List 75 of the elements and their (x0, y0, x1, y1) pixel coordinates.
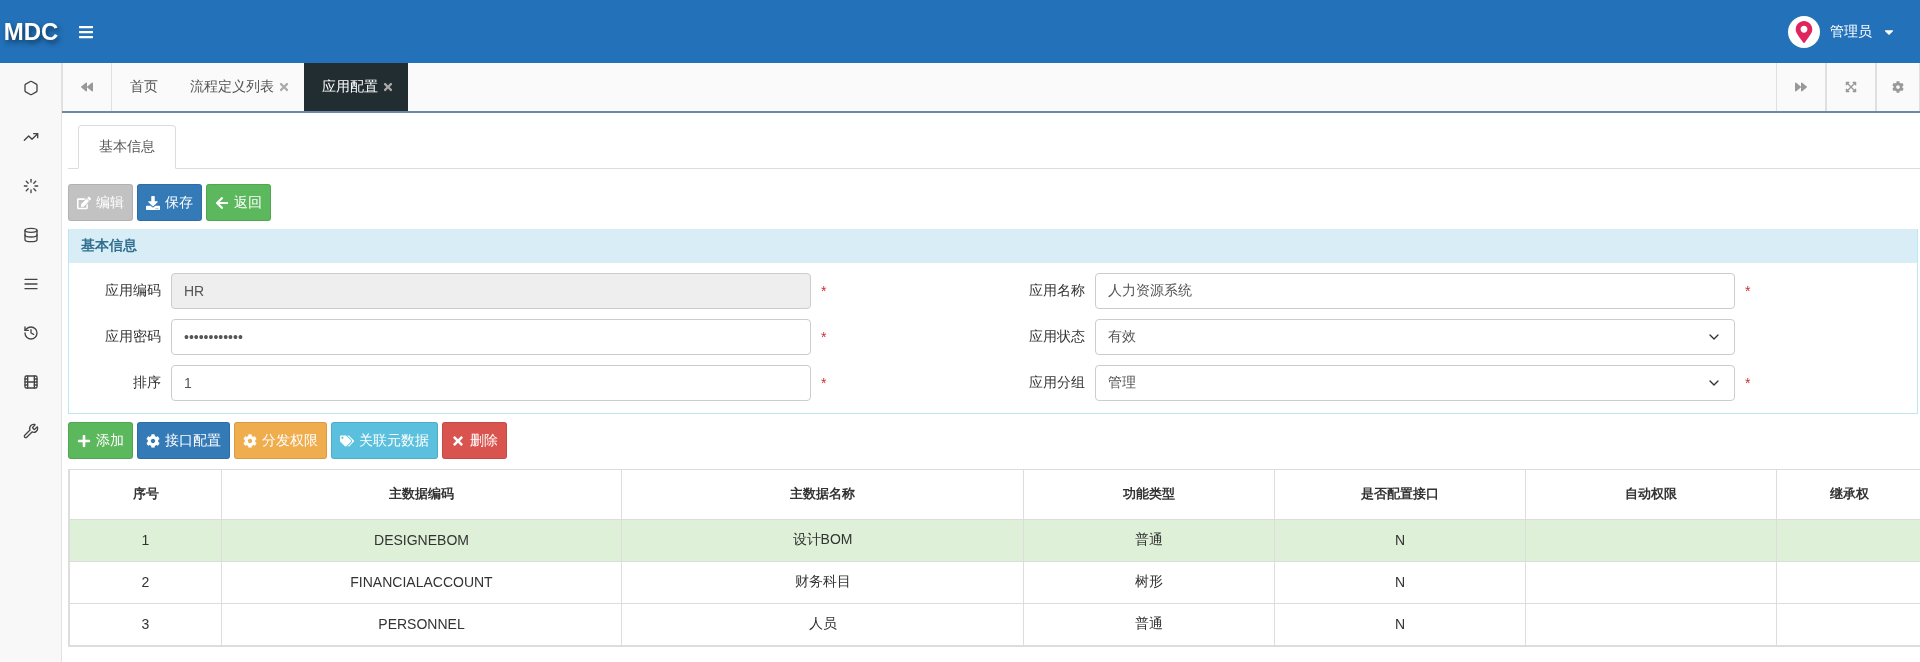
page-tab[interactable]: 首页 (112, 63, 172, 111)
table-cell: 设计BOM (621, 519, 1024, 561)
logo: MDC (2, 17, 60, 46)
config-button[interactable]: 接口配置 (137, 422, 230, 459)
column-header: 主数据名称 (621, 470, 1024, 519)
field-label: 应用状态 (1028, 328, 1086, 346)
table-cell: FINANCIALACCOUNT (221, 561, 622, 603)
required-mark: * (1745, 283, 1751, 299)
settings-button[interactable] (1876, 63, 1920, 111)
panel-title: 基本信息 (69, 229, 1917, 263)
column-header: 自动权限 (1525, 470, 1777, 519)
field-label: 排序 (132, 374, 162, 392)
field-label: 应用编码 (104, 282, 162, 300)
page-tab[interactable]: 流程定义列表 (172, 63, 304, 111)
table-cell: N (1274, 561, 1526, 603)
table-cell: 树形 (1023, 561, 1275, 603)
select-field[interactable]: 管理 (1095, 365, 1735, 401)
input-field[interactable]: 1 (171, 365, 811, 401)
gear-icon (146, 433, 160, 448)
expand-icon (1845, 81, 1857, 93)
double-right-icon (1795, 81, 1807, 93)
history-icon[interactable] (22, 325, 39, 341)
page-tab[interactable]: 应用配置 (304, 63, 408, 111)
hexagon-icon[interactable] (22, 80, 39, 96)
menu-icon[interactable] (22, 276, 39, 292)
column-header: 主数据编码 (221, 470, 622, 519)
select-field[interactable]: 有效 (1095, 319, 1735, 355)
table-cell: PERSONNEL (221, 603, 622, 645)
avatar-icon[interactable] (1788, 15, 1820, 48)
table-cell: 财务科目 (621, 561, 1024, 603)
table-row[interactable]: 3 PERSONNEL 人员 普通 N (69, 603, 1920, 645)
tag-icon (340, 433, 354, 448)
spinner-icon[interactable] (22, 178, 39, 194)
table-cell: 1 (69, 519, 222, 561)
input-field[interactable]: 人力资源系统 (1095, 273, 1735, 309)
edit-icon (77, 195, 91, 210)
scroll-left-button[interactable] (62, 63, 112, 111)
table-cell: 普通 (1023, 603, 1275, 645)
delete-button[interactable]: 删除 (442, 422, 507, 459)
column-header: 功能类型 (1023, 470, 1275, 519)
menu-icon[interactable] (78, 23, 94, 40)
table-cell: 3 (69, 603, 222, 645)
gear-icon (243, 433, 257, 448)
arrow-left-icon (215, 195, 229, 210)
gear-icon (1892, 81, 1904, 93)
table-row[interactable]: 2 FINANCIALACCOUNT 财务科目 树形 N (69, 561, 1920, 603)
table-cell: 普通 (1023, 519, 1275, 561)
table-row[interactable]: 1 DESIGNEBOM 设计BOM 普通 N (69, 519, 1920, 561)
input-field[interactable]: •••••••••••• (171, 319, 811, 355)
database-icon[interactable] (22, 227, 39, 243)
field-label: 应用分组 (1028, 374, 1086, 392)
required-mark: * (1745, 375, 1751, 391)
film-icon[interactable] (22, 374, 39, 390)
table-cell: 人员 (621, 603, 1024, 645)
table-cell: DESIGNEBOM (221, 519, 622, 561)
scroll-right-button[interactable] (1776, 63, 1826, 111)
save-button[interactable]: 保存 (137, 184, 202, 221)
required-mark: * (821, 283, 827, 299)
column-header: 是否配置接口 (1274, 470, 1526, 519)
required-mark: * (821, 329, 827, 345)
table-cell: N (1274, 603, 1526, 645)
section-tab[interactable]: 基本信息 (78, 125, 176, 169)
double-left-icon (81, 81, 93, 93)
close-icon (451, 433, 465, 448)
user-name[interactable]: 管理员 (1830, 22, 1872, 41)
table-cell: N (1274, 519, 1526, 561)
wrench-icon[interactable] (22, 423, 39, 439)
field-label: 应用名称 (1028, 282, 1086, 300)
close-icon[interactable] (382, 81, 394, 93)
plus-icon (77, 433, 91, 448)
download-icon (146, 195, 160, 210)
column-header: 序号 (69, 470, 222, 519)
field-label: 应用密码 (104, 328, 162, 346)
table-cell: 2 (69, 561, 222, 603)
required-mark: * (821, 375, 827, 391)
